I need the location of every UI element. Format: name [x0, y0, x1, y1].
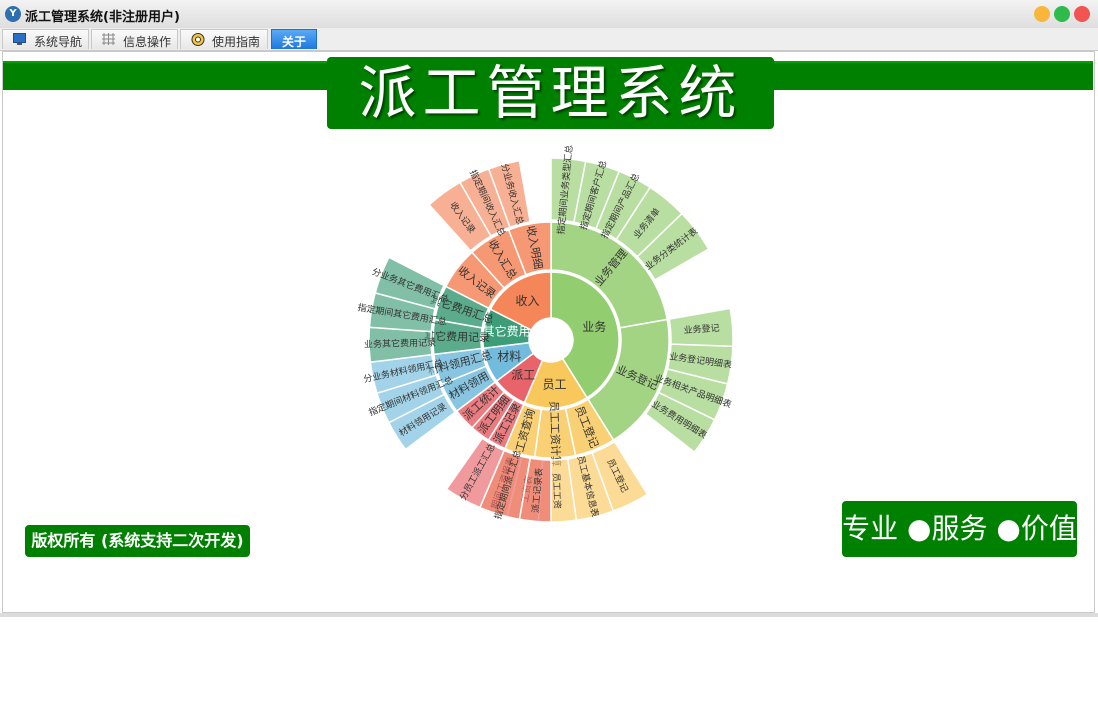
sunburst-label: 员工工资	[550, 473, 562, 509]
app-logo-icon: Y	[5, 6, 21, 22]
sunburst-label: 收入	[515, 294, 539, 308]
sunburst-label: 员工工资计算	[547, 401, 563, 467]
guide-icon	[191, 33, 205, 46]
tab-bar: 系统导航 信息操作 使用指南 关于	[0, 28, 1098, 51]
tab-label: 信息操作	[123, 35, 172, 49]
monitor-icon	[13, 33, 26, 45]
title-bar: Y 派工管理系统(非注册用户)	[0, 0, 1098, 29]
sunburst-label: 派工	[511, 368, 535, 382]
sunburst-label: 材料	[497, 349, 521, 363]
status-strip	[0, 613, 1098, 617]
window-title: 派工管理系统(非注册用户)	[25, 10, 180, 25]
copyright-badge: 版权所有 (系统支持二次开发)	[25, 525, 250, 557]
sunburst-label: 业务	[582, 319, 606, 334]
minimize-button[interactable]	[1034, 6, 1050, 22]
tab-system-nav[interactable]: 系统导航	[2, 29, 89, 49]
tab-label: 使用指南	[212, 35, 261, 49]
tab-info-ops[interactable]: 信息操作	[91, 29, 178, 49]
maximize-button[interactable]	[1054, 6, 1070, 22]
tab-label: 关于	[281, 35, 306, 49]
sunburst-chart: 业务员工派工材料其它费用收入业务管理业务登记员工登记员工工资计算工资查询派工记录…	[357, 144, 734, 523]
tab-about[interactable]: 关于	[271, 29, 317, 49]
close-button[interactable]	[1074, 6, 1090, 22]
sunburst-label: 员工	[543, 377, 567, 391]
tab-label: 系统导航	[34, 35, 83, 49]
tab-guide[interactable]: 使用指南	[180, 29, 268, 49]
slogan-badge: 专业 ●服务 ●价值	[842, 501, 1077, 557]
grid-icon	[102, 33, 115, 45]
